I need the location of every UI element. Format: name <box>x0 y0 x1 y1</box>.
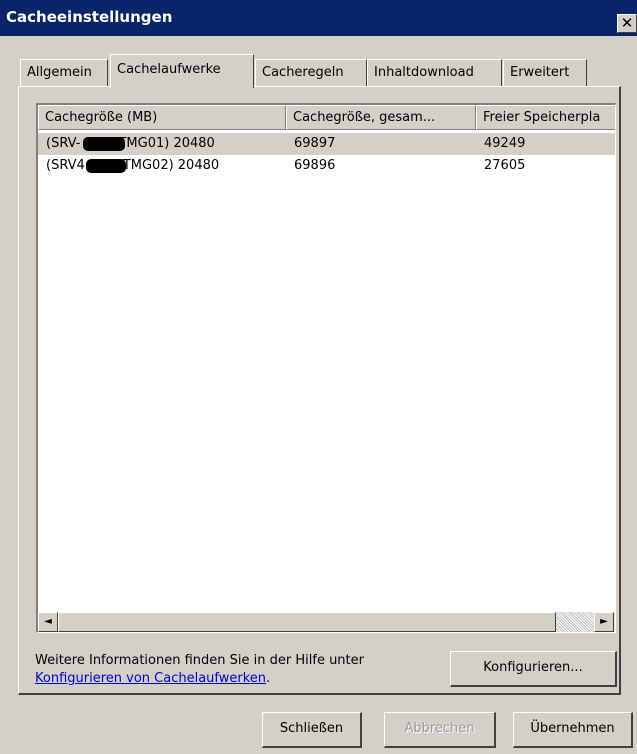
column-header-free-space[interactable]: Freier Speicherpla <box>476 105 615 130</box>
column-header-cache-size[interactable]: Cachegröße (MB) <box>38 105 286 130</box>
tab-erweitert[interactable]: Erweitert <box>503 59 587 86</box>
cell-cache-size: (SRV4 TMG02) 20480 <box>46 158 220 173</box>
cell-free-space: 27605 <box>484 158 526 173</box>
redaction-mark <box>86 159 126 173</box>
configure-button[interactable]: Konfigurieren... <box>450 651 617 687</box>
arrow-left-icon: ◄ <box>44 616 52 627</box>
cell-total-size: 69897 <box>294 136 336 151</box>
window-title: Cacheeinstellungen <box>6 8 173 26</box>
column-header-total-size[interactable]: Cachegröße, gesam... <box>286 105 476 130</box>
apply-button[interactable]: Übernehmen <box>513 712 633 748</box>
tab-allgemein[interactable]: Allgemein <box>20 59 108 86</box>
cell-total-size: 69896 <box>294 158 336 173</box>
close-button[interactable]: Schließen <box>262 712 362 748</box>
cancel-button[interactable]: Abbrechen <box>384 712 496 748</box>
tab-cacheregeln[interactable]: Cacheregeln <box>255 59 367 86</box>
redaction-mark <box>83 137 125 151</box>
close-window-button[interactable]: ✕ <box>617 14 637 33</box>
scrollbar-track[interactable] <box>556 612 594 632</box>
close-icon: ✕ <box>620 14 634 32</box>
scroll-left-button[interactable]: ◄ <box>38 612 58 632</box>
help-info-text: Weitere Informationen finden Sie in der … <box>35 653 364 686</box>
scrollbar-thumb[interactable] <box>58 612 556 632</box>
title-bar: Cacheeinstellungen ✕ <box>0 0 637 36</box>
tab-cachelaufwerke[interactable]: Cachelaufwerke <box>110 54 254 88</box>
cell-cache-size: (SRV- TMG01) 20480 <box>46 136 215 151</box>
horizontal-scrollbar[interactable]: ◄ ► <box>38 612 615 632</box>
cell-free-space: 49249 <box>484 136 526 151</box>
cache-drives-list[interactable]: Cachegröße (MB) Cachegröße, gesam... Fre… <box>36 103 616 633</box>
list-header: Cachegröße (MB) Cachegröße, gesam... Fre… <box>38 105 615 130</box>
scroll-right-button[interactable]: ► <box>594 612 614 632</box>
arrow-right-icon: ► <box>600 616 608 627</box>
list-row-tmg01[interactable]: (SRV- TMG01) 20480 69897 49249 <box>38 133 615 155</box>
help-link[interactable]: Konfigurieren von Cachelaufwerken <box>35 671 266 686</box>
tab-inhaltdownload[interactable]: Inhaltdownload <box>367 59 502 86</box>
list-row-tmg02[interactable]: (SRV4 TMG02) 20480 69896 27605 <box>38 155 615 177</box>
